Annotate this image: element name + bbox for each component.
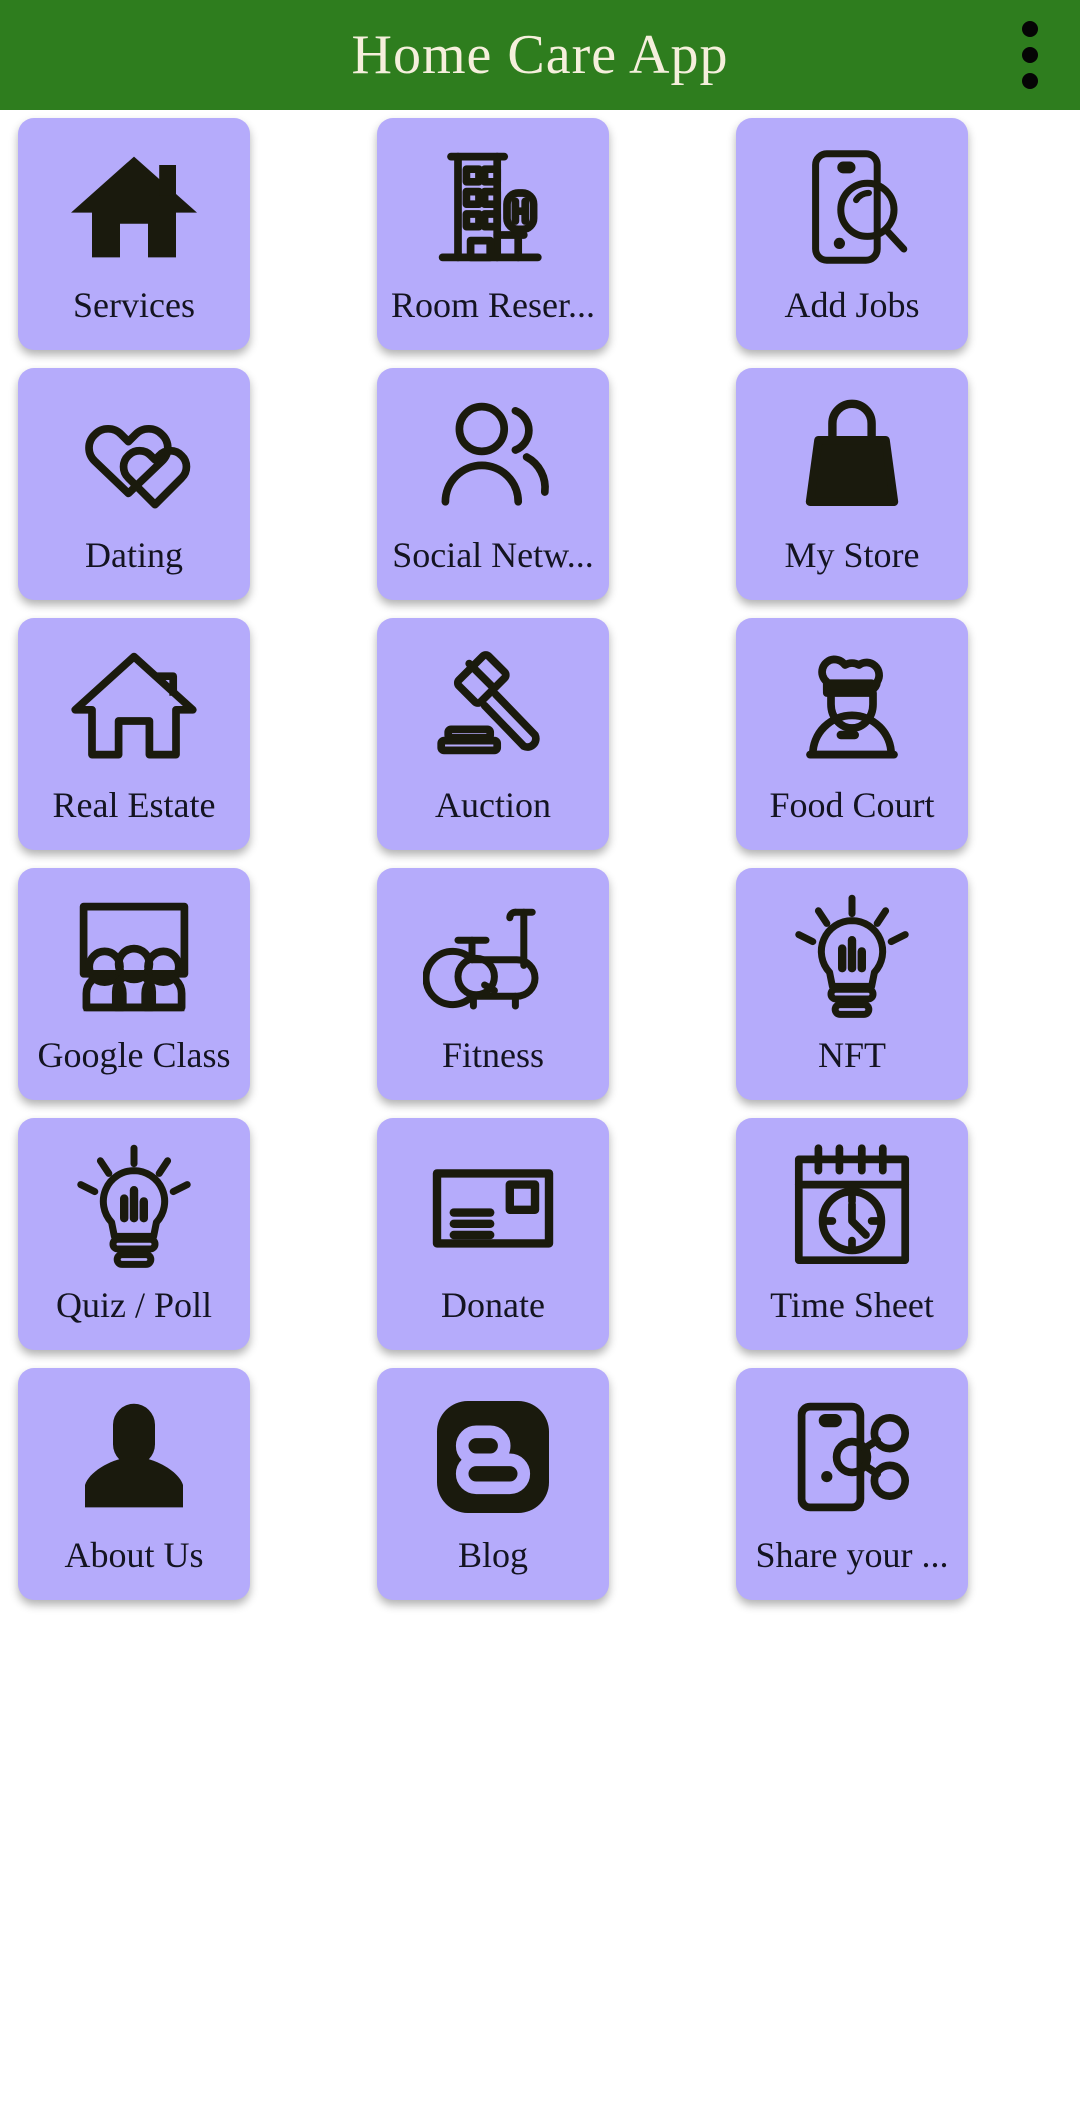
lightbulb-icon [777, 882, 927, 1032]
tile-grid: Services Room Reser... Add Jobs Dating S… [0, 110, 1080, 1600]
hotel-building-icon [418, 132, 568, 282]
page-title: Home Care App [351, 24, 729, 86]
app-root: Home Care App Services Room Reser... Add… [0, 0, 1080, 2128]
tile-my-store[interactable]: My Store [736, 368, 968, 600]
tile-label: Quiz / Poll [55, 1285, 212, 1325]
home-filled-icon [59, 132, 209, 282]
tile-share-your[interactable]: Share your ... [736, 1368, 968, 1600]
calendar-clock-icon [777, 1132, 927, 1282]
tile-quiz-poll[interactable]: Quiz / Poll [18, 1118, 250, 1350]
phone-search-icon [777, 132, 927, 282]
tile-room-reser[interactable]: Room Reser... [377, 118, 609, 350]
tile-nft[interactable]: NFT [736, 868, 968, 1100]
tile-label: About Us [64, 1535, 204, 1575]
tile-about-us[interactable]: About Us [18, 1368, 250, 1600]
tile-services[interactable]: Services [18, 118, 250, 350]
tile-add-jobs[interactable]: Add Jobs [736, 118, 968, 350]
tile-time-sheet[interactable]: Time Sheet [736, 1118, 968, 1350]
tile-label: Auction [435, 785, 551, 825]
menu-dot [1022, 21, 1038, 37]
more-vert-icon[interactable] [1008, 13, 1052, 97]
tile-label: Add Jobs [784, 285, 920, 325]
tile-label: NFT [817, 1035, 886, 1075]
home-outline-icon [59, 632, 209, 782]
classroom-icon [59, 882, 209, 1032]
tile-label: Donate [441, 1285, 545, 1325]
tile-label: Services [73, 285, 195, 325]
person-filled-icon [59, 1382, 209, 1532]
tile-social-netw[interactable]: Social Netw... [377, 368, 609, 600]
tile-label: Food Court [769, 785, 935, 825]
gavel-icon [418, 632, 568, 782]
blogger-icon [418, 1382, 568, 1532]
tile-label: My Store [784, 535, 920, 575]
tile-label: Real Estate [52, 785, 216, 825]
envelope-icon [418, 1132, 568, 1282]
tile-label: Dating [85, 535, 183, 575]
tile-label: Time Sheet [770, 1285, 934, 1325]
tile-food-court[interactable]: Food Court [736, 618, 968, 850]
chef-icon [777, 632, 927, 782]
tile-label: Google Class [37, 1035, 231, 1075]
tile-google-class[interactable]: Google Class [18, 868, 250, 1100]
menu-dot [1022, 73, 1038, 89]
menu-dot [1022, 47, 1038, 63]
phone-share-icon [777, 1382, 927, 1532]
tile-label: Room Reser... [391, 285, 595, 325]
tile-blog[interactable]: Blog [377, 1368, 609, 1600]
two-hearts-icon [59, 382, 209, 532]
tile-dating[interactable]: Dating [18, 368, 250, 600]
shopping-bag-icon [777, 382, 927, 532]
tile-donate[interactable]: Donate [377, 1118, 609, 1350]
app-bar: Home Care App [0, 0, 1080, 110]
tile-fitness[interactable]: Fitness [377, 868, 609, 1100]
tile-real-estate[interactable]: Real Estate [18, 618, 250, 850]
tile-label: Blog [457, 1535, 528, 1575]
lightbulb-icon [59, 1132, 209, 1282]
tile-label: Share your ... [755, 1535, 949, 1575]
people-group-icon [418, 382, 568, 532]
tile-auction[interactable]: Auction [377, 618, 609, 850]
tile-label: Fitness [441, 1035, 545, 1075]
tile-label: Social Netw... [392, 535, 594, 575]
exercise-bike-icon [418, 882, 568, 1032]
